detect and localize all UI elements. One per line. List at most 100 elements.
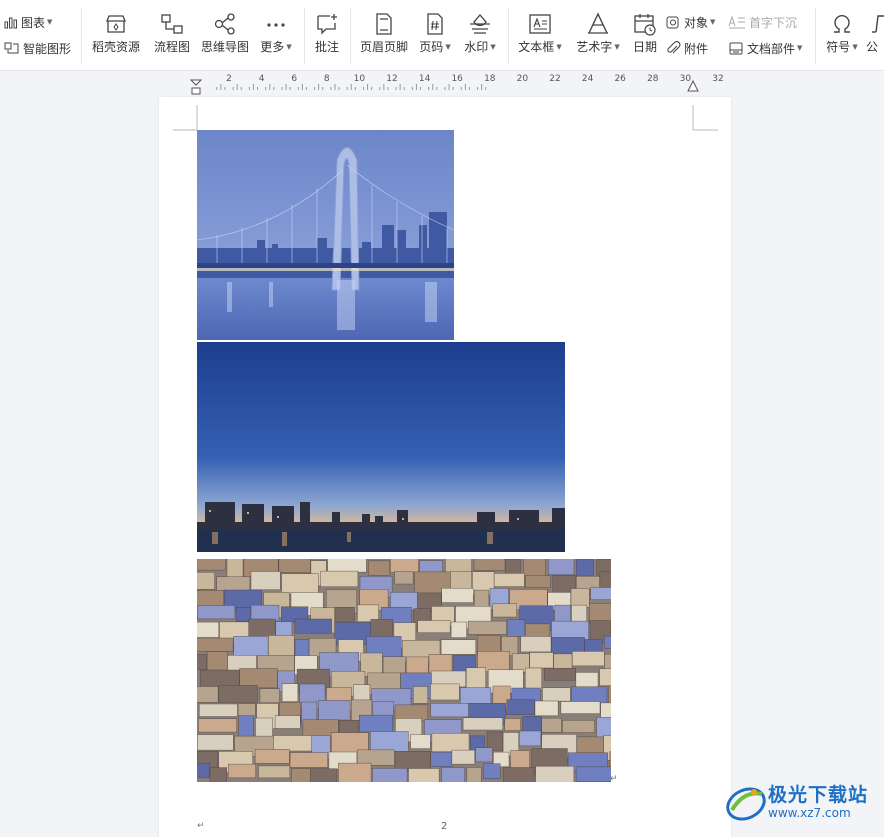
rooftop-block [430, 751, 453, 767]
object-button[interactable]: 对象 ▼ [666, 12, 715, 32]
ruler-number: 16 [451, 74, 463, 84]
rooftop-block [589, 603, 611, 624]
rooftop-block [410, 734, 431, 749]
rooftop-block [467, 620, 507, 635]
rooftop-block [197, 572, 215, 590]
textbox-icon [529, 14, 551, 34]
indent-marker-icon[interactable] [190, 79, 202, 95]
toolbar-divider [81, 8, 82, 64]
calendar-clock-icon [634, 14, 656, 36]
rooftop-block [462, 717, 504, 731]
rooftop-block [412, 686, 428, 704]
page-number-button[interactable]: 页码 ▼ [416, 12, 454, 55]
docer-resources-button[interactable]: 稻壳资源 [88, 12, 144, 55]
rooftop-block [250, 604, 280, 622]
chevron-down-icon: ▼ [445, 43, 451, 51]
rooftop-block [492, 603, 517, 618]
smart-shape-button[interactable]: 智能图形 [4, 38, 71, 58]
page-number-label: 页码 [419, 40, 444, 54]
rooftop-block [199, 703, 238, 717]
ruler-number: 6 [291, 74, 298, 84]
document-page[interactable]: ↵ ↵ 2 [159, 97, 731, 837]
rooftop-block [334, 607, 355, 622]
rooftop-block [239, 668, 278, 689]
comment-label: 批注 [314, 40, 339, 54]
rooftop-block [430, 703, 469, 718]
rooftop-block [289, 752, 328, 768]
flowchart-icon [161, 14, 183, 34]
flowchart-button[interactable]: 流程图 [150, 12, 194, 55]
rooftop-block [359, 714, 394, 733]
more-button[interactable]: 更多 ▼ [256, 12, 296, 55]
rooftop-block [541, 717, 562, 733]
date-button[interactable]: 日期 [628, 12, 662, 55]
rooftop-block [572, 651, 605, 667]
rooftop-block [197, 763, 210, 779]
header-footer-button[interactable]: 页眉页脚 [356, 12, 412, 55]
rooftop-block [544, 667, 576, 681]
rooftop-block [535, 766, 575, 782]
textbox-button[interactable]: 文本框 ▼ [514, 12, 566, 55]
chevron-down-icon: ▼ [797, 44, 803, 52]
drop-cap-button[interactable]: 首字下沉 [728, 12, 797, 32]
rooftop-block [218, 685, 258, 703]
rooftop-block [599, 570, 611, 588]
horizontal-ruler[interactable]: 2 4 6 8 10 12 14 16 18 20 22 24 26 28 30 32 [0, 71, 884, 95]
smart-shape-icon [4, 42, 19, 54]
logo-url: www.xz7.com [768, 806, 851, 820]
margin-corner-top-left [173, 105, 198, 131]
city-photo[interactable] [197, 559, 611, 782]
margin-corner-top-right [692, 105, 718, 131]
toolbar-divider [350, 8, 351, 64]
ruler-track [216, 84, 487, 90]
rooftop-block [520, 636, 552, 653]
rooftop-block [206, 651, 228, 671]
skyline-photo[interactable] [197, 342, 565, 552]
rooftop-block [291, 768, 311, 782]
rooftop-block [268, 635, 295, 659]
ruler-number: 20 [516, 74, 529, 84]
smart-shape-label: 智能图形 [23, 41, 72, 56]
watermark-icon [470, 14, 490, 34]
rooftop-block [430, 683, 460, 701]
rooftop-block [506, 699, 535, 715]
ruler-number: 32 [712, 74, 724, 84]
rooftop-block [417, 620, 451, 633]
rooftop-block [604, 653, 611, 671]
paperclip-icon [667, 40, 681, 53]
rooftop-block [368, 560, 390, 576]
rooftop-block [502, 767, 535, 782]
skyline-image [197, 342, 565, 552]
toolbar-divider [304, 8, 305, 64]
watermark-label: 水印 [464, 40, 489, 54]
chart-button[interactable]: 图表 ▼ [4, 12, 52, 32]
bridge-photo[interactable] [197, 130, 454, 340]
ruler-number: 22 [549, 74, 561, 84]
doc-parts-icon [729, 42, 743, 54]
wordart-button[interactable]: 艺术字 ▼ [572, 12, 624, 55]
formula-button[interactable]: 公 [866, 12, 884, 55]
rooftop-block [320, 570, 359, 588]
rooftop-block [519, 730, 542, 747]
rooftop-block [473, 559, 506, 571]
rooftop-block [542, 687, 571, 702]
rooftop-block [372, 768, 408, 782]
doc-parts-button[interactable]: 文档部件 ▼ [728, 38, 802, 58]
symbol-button[interactable]: 符号 ▼ [822, 12, 862, 55]
formula-label: 公 [866, 40, 879, 54]
city-image [197, 559, 611, 782]
attachment-button[interactable]: 附件 [666, 38, 708, 58]
watermark-button[interactable]: 水印 ▼ [460, 12, 500, 55]
right-indent-marker-icon[interactable] [687, 79, 699, 93]
chart-icon [4, 17, 17, 29]
rooftop-block [408, 768, 440, 782]
comment-button[interactable]: 批注 [310, 12, 344, 55]
rooftop-block [590, 587, 611, 600]
paragraph-mark: ↵ [610, 774, 618, 784]
rooftop-block [553, 653, 573, 671]
rooftop-block [608, 685, 611, 705]
rooftop-block [200, 669, 240, 688]
rooftop-block [394, 571, 414, 585]
mindmap-button[interactable]: 思维导图 [199, 12, 251, 55]
ruler-number: 12 [386, 74, 398, 84]
